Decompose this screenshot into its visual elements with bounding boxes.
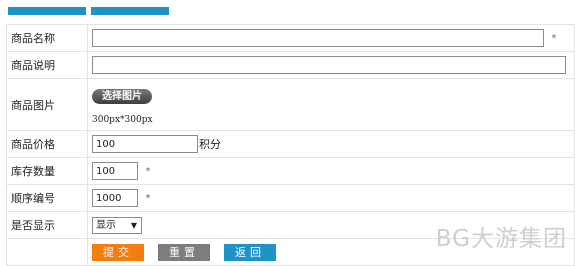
label-stock: 库存数量 bbox=[6, 157, 88, 185]
required-mark: * bbox=[145, 165, 151, 177]
row-stock: 库存数量 * bbox=[6, 157, 575, 185]
tab-1[interactable] bbox=[8, 7, 86, 15]
row-image: 商品图片 选择图片 300px*300px bbox=[6, 78, 575, 131]
watermark-logo: BG大游集团 bbox=[435, 226, 567, 252]
desc-input[interactable] bbox=[92, 56, 566, 74]
label-desc: 商品说明 bbox=[6, 51, 88, 79]
required-mark: * bbox=[551, 32, 557, 44]
display-selected: 显示 bbox=[96, 219, 116, 231]
label-display: 是否显示 bbox=[6, 211, 88, 239]
row-order: 顺序编号 * bbox=[6, 184, 575, 212]
tab-2[interactable] bbox=[91, 7, 169, 15]
order-input[interactable] bbox=[92, 189, 138, 207]
choose-image-button[interactable]: 选择图片 bbox=[92, 89, 152, 104]
label-name: 商品名称 bbox=[6, 24, 88, 52]
submit-button[interactable]: 提交 bbox=[92, 243, 144, 261]
stock-input[interactable] bbox=[92, 162, 138, 180]
row-name: 商品名称 * bbox=[6, 24, 575, 52]
label-order: 顺序编号 bbox=[6, 184, 88, 212]
label-price: 商品价格 bbox=[6, 130, 88, 158]
reset-button[interactable]: 重置 bbox=[158, 243, 210, 261]
price-input[interactable] bbox=[92, 135, 198, 153]
price-unit: 积分 bbox=[199, 138, 221, 151]
back-button[interactable]: 返回 bbox=[224, 243, 276, 261]
required-mark: * bbox=[145, 192, 151, 204]
row-desc: 商品说明 bbox=[6, 51, 575, 79]
label-image: 商品图片 bbox=[6, 78, 88, 131]
image-size-hint: 300px*300px bbox=[92, 115, 153, 125]
dropdown-arrow-icon: ▼ bbox=[130, 220, 137, 230]
name-input[interactable] bbox=[92, 29, 544, 47]
display-select[interactable]: 显示 ▼ bbox=[92, 216, 142, 234]
row-price: 商品价格 积分 bbox=[6, 130, 575, 158]
